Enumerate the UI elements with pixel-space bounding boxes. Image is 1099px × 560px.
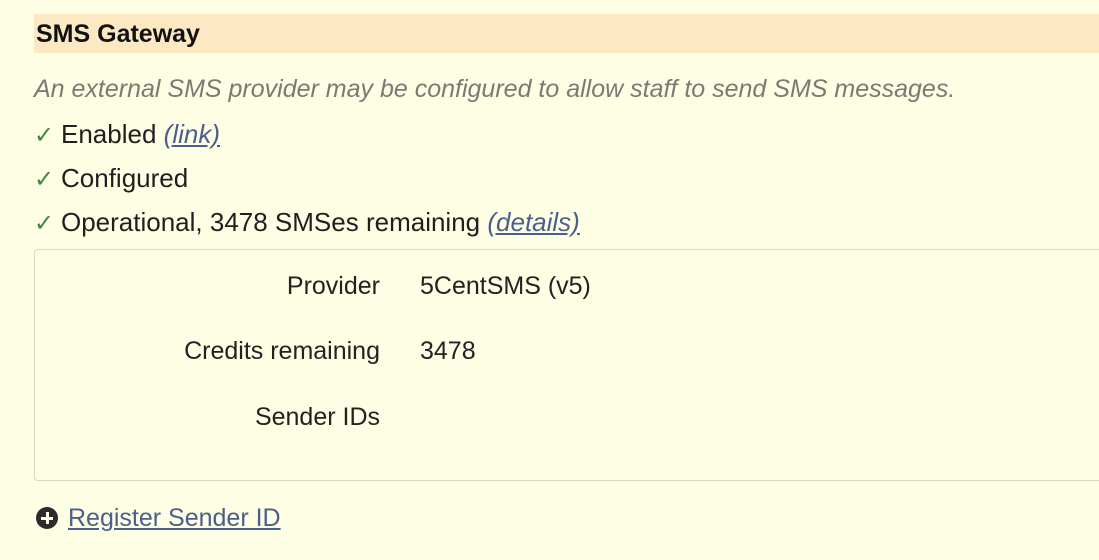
enabled-link[interactable]: (link) <box>164 119 220 149</box>
check-icon: ✓ <box>34 210 55 237</box>
sms-gateway-panel: SMS Gateway An external SMS provider may… <box>34 0 1099 560</box>
details-link[interactable]: (details) <box>487 207 579 237</box>
status-enabled: ✓ Enabled (link) <box>34 119 220 151</box>
section-header: SMS Gateway <box>34 14 1099 53</box>
detail-row-sender-ids: Sender IDs <box>35 401 1099 433</box>
detail-label: Sender IDs <box>254 403 380 431</box>
detail-label: Provider <box>286 272 380 300</box>
detail-row-credits: Credits remaining 3478 <box>35 335 1099 367</box>
detail-row-provider: Provider 5CentSMS (v5) <box>35 270 1099 302</box>
status-operational: ✓ Operational, 3478 SMSes remaining (deta… <box>34 207 580 239</box>
status-operational-text: Operational, 3478 SMSes remaining <box>61 207 481 237</box>
plus-circle-icon[interactable] <box>36 507 58 529</box>
status-configured-text: Configured <box>61 163 189 193</box>
check-icon: ✓ <box>34 122 55 149</box>
detail-value: 3478 <box>420 337 476 365</box>
check-icon: ✓ <box>34 166 55 193</box>
detail-value: 5CentSMS (v5) <box>420 272 591 300</box>
register-sender-id-action[interactable]: Register Sender ID <box>36 502 281 534</box>
register-sender-id-link[interactable]: Register Sender ID <box>68 504 281 532</box>
section-description: An external SMS provider may be configur… <box>34 75 956 103</box>
section-title: SMS Gateway <box>36 20 200 48</box>
detail-label: Credits remaining <box>184 337 380 365</box>
status-enabled-text: Enabled <box>61 119 157 149</box>
status-configured: ✓ Configured <box>34 163 188 195</box>
details-box: Provider 5CentSMS (v5) Credits remaining… <box>34 249 1099 481</box>
